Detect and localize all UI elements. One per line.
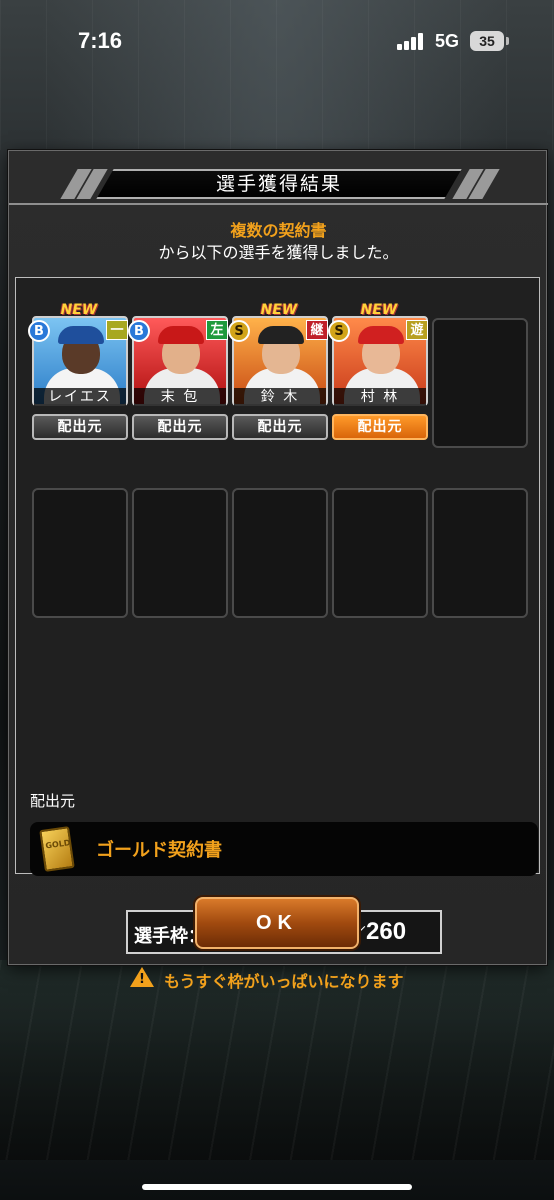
rank-badge: S bbox=[328, 320, 350, 342]
dialog-title-bar: 選手獲得結果 bbox=[60, 169, 500, 199]
player-name: 鈴 木 bbox=[234, 388, 326, 406]
position-badge: 一 bbox=[106, 320, 128, 340]
player-card[interactable]: レイエス B 一 NEW 配出元 bbox=[28, 302, 128, 440]
status-time: 7:16 bbox=[78, 28, 123, 53]
title-divider bbox=[9, 203, 548, 205]
player-name: 末 包 bbox=[134, 388, 226, 406]
ok-button[interactable]: OK bbox=[195, 897, 359, 949]
warning-text: もうすぐ枠がいっぱいになります bbox=[164, 972, 404, 991]
empty-player-slot bbox=[132, 488, 228, 618]
source-button[interactable]: 配出元 bbox=[332, 414, 428, 440]
empty-player-slot bbox=[32, 488, 128, 618]
acquisition-result-dialog: 選手獲得結果 複数の契約書 から以下の選手を獲得しました。 レイエス B 一 N… bbox=[8, 150, 548, 991]
rank-badge: B bbox=[128, 320, 150, 342]
player-card[interactable]: 鈴 木 S 継 NEW 配出元 bbox=[228, 302, 328, 440]
source-button[interactable]: 配出元 bbox=[232, 414, 328, 440]
empty-player-slot bbox=[232, 488, 328, 618]
signal-icon bbox=[397, 33, 427, 50]
capacity-max: 260 bbox=[366, 918, 407, 945]
new-badge: NEW bbox=[60, 302, 98, 318]
status-bar: 7:16 5G 35 bbox=[0, 0, 554, 86]
battery-tip bbox=[506, 37, 509, 45]
warning-icon bbox=[130, 967, 154, 987]
battery-icon: 35 bbox=[470, 31, 504, 51]
player-card[interactable]: 末 包 B 左 配出元 bbox=[128, 308, 228, 440]
new-badge: NEW bbox=[360, 302, 398, 318]
empty-player-slot bbox=[432, 488, 528, 618]
dialog-title: 選手獲得結果 bbox=[215, 173, 342, 195]
source-panel: ゴールド契約書 bbox=[30, 822, 538, 876]
source-name: ゴールド契約書 bbox=[96, 840, 222, 861]
network-type: 5G bbox=[435, 31, 460, 51]
contract-type-highlight: 複数の契約書 bbox=[230, 221, 327, 240]
position-badge: 継 bbox=[306, 320, 328, 340]
rank-badge: S bbox=[228, 320, 250, 342]
player-card[interactable]: 村 林 S 遊 NEW 配出元 bbox=[328, 302, 428, 440]
empty-player-slot bbox=[332, 488, 428, 618]
source-button[interactable]: 配出元 bbox=[132, 414, 228, 440]
position-badge: 左 bbox=[206, 320, 228, 340]
player-grid-panel: レイエス B 一 NEW 配出元 末 包 B 左 配出元 鈴 木 S 継 NEW… bbox=[15, 277, 540, 991]
position-badge: 遊 bbox=[406, 320, 428, 340]
new-badge: NEW bbox=[260, 302, 298, 318]
capacity-warning: もうすぐ枠がいっぱいになります bbox=[130, 966, 460, 991]
gold-contract-icon bbox=[39, 826, 75, 872]
player-name: レイエス bbox=[34, 388, 126, 406]
home-indicator[interactable] bbox=[142, 1184, 412, 1190]
rank-badge: B bbox=[28, 320, 50, 342]
source-button[interactable]: 配出元 bbox=[32, 414, 128, 440]
player-name: 村 林 bbox=[334, 388, 426, 406]
result-message: から以下の選手を獲得しました。 bbox=[158, 243, 399, 262]
source-section-label: 配出元 bbox=[30, 792, 76, 810]
empty-player-slot bbox=[432, 318, 528, 448]
